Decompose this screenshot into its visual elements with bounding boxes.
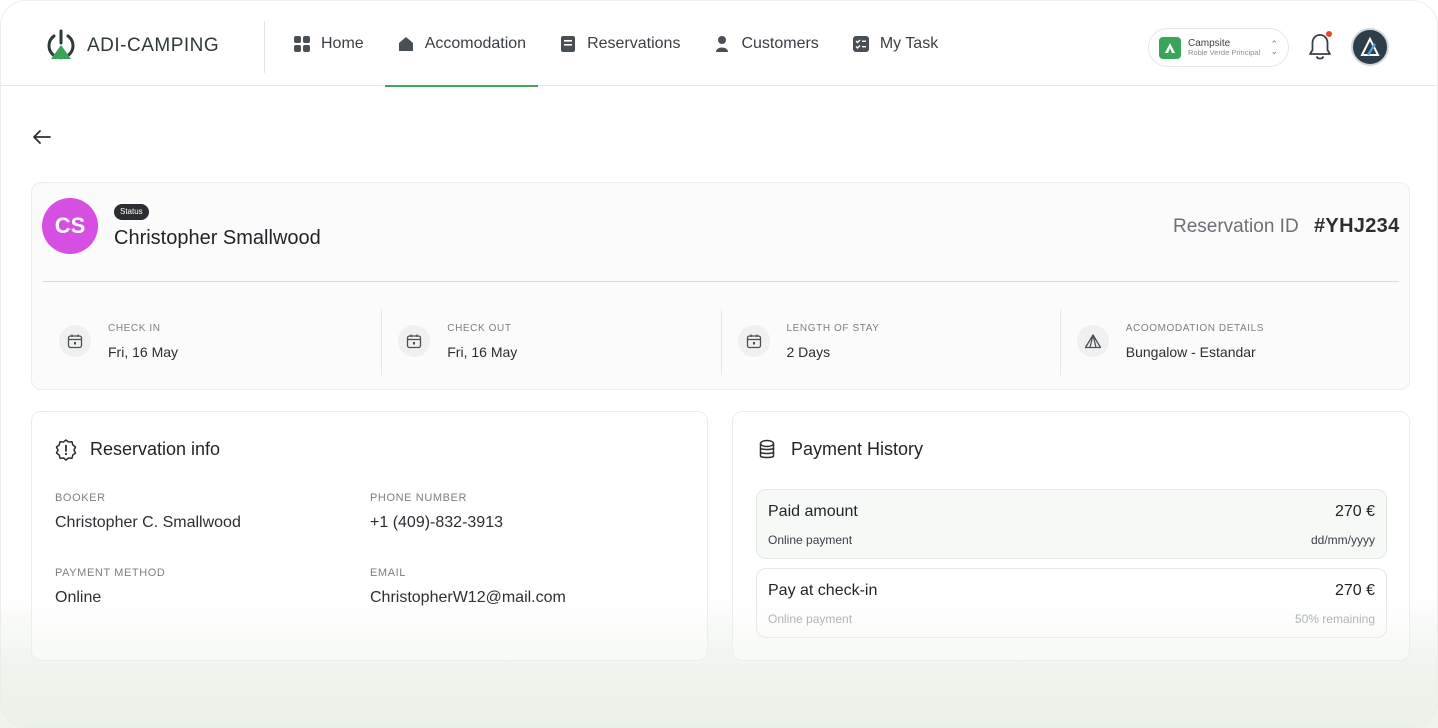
payment-method-text: Online payment bbox=[768, 533, 853, 547]
phone-value: +1 (409)-832-3913 bbox=[370, 514, 503, 531]
payment-date: dd/mm/yyyy bbox=[1310, 533, 1375, 547]
reservation-info-card: Reservation info BOOKER Christopher C. S… bbox=[31, 411, 708, 661]
stat-value: 2 Days bbox=[786, 344, 831, 360]
header-divider bbox=[264, 21, 265, 73]
alert-badge-icon bbox=[54, 438, 78, 462]
stay-stats: CHECK IN Fri, 16 May CHECK OUT Fri, 16 M… bbox=[43, 309, 1399, 375]
top-navbar: ADI-CAMPING Home Accomodation Reservatio… bbox=[1, 1, 1437, 87]
campsite-tent-icon bbox=[1159, 36, 1181, 59]
stat-value: Fri, 16 May bbox=[447, 344, 518, 360]
payment-row-paid[interactable]: Paid amount 270 € Online payment dd/mm/y… bbox=[756, 489, 1387, 559]
guest-summary-card: CS Status Christopher Smallwood Reservat… bbox=[31, 182, 1410, 390]
guest-name: Christopher Smallwood bbox=[114, 227, 321, 249]
grid-icon bbox=[293, 35, 311, 53]
payment-method-value: Online bbox=[55, 589, 102, 606]
calendar-icon bbox=[59, 325, 91, 357]
brand-name: ADI-CAMPING bbox=[87, 35, 220, 56]
payment-remaining: 50% remaining bbox=[1294, 612, 1375, 626]
payment-method-label: PAYMENT METHOD bbox=[55, 567, 166, 579]
stat-label: LENGTH OF STAY bbox=[786, 323, 880, 334]
calendar-icon bbox=[398, 325, 431, 357]
nav-reservations[interactable]: Reservations bbox=[559, 1, 680, 86]
calendar-icon bbox=[737, 325, 770, 357]
nav-accomodation[interactable]: Accomodation bbox=[384, 1, 539, 87]
notification-dot bbox=[1326, 31, 1332, 37]
booker-label: BOOKER bbox=[55, 492, 106, 504]
stat-label: ACOOMODATION DETAILS bbox=[1125, 323, 1265, 334]
stat-value: Bungalow - Estandar bbox=[1125, 344, 1256, 360]
nav-my-task-label: My Task bbox=[879, 34, 939, 52]
avatar-logo-icon bbox=[1360, 36, 1380, 56]
stat-length-of-stay: LENGTH OF STAY 2 Days bbox=[722, 309, 1061, 375]
payment-method-text: Online payment bbox=[768, 612, 853, 626]
nav-customers[interactable]: Customers bbox=[713, 1, 819, 86]
house-icon bbox=[397, 35, 415, 53]
payment-title: Paid amount bbox=[768, 503, 858, 520]
coins-icon bbox=[755, 438, 779, 462]
task-icon bbox=[852, 35, 870, 53]
stat-label: CHECK OUT bbox=[447, 323, 512, 334]
reservation-id-label: Reservation ID bbox=[1173, 216, 1299, 237]
guest-avatar: CS bbox=[42, 198, 98, 254]
payment-history-title: Payment History bbox=[791, 439, 924, 459]
booker-value: Christopher C. Smallwood bbox=[55, 514, 241, 531]
nav-accomodation-label: Accomodation bbox=[424, 34, 527, 52]
main-nav: Home Accomodation Reservations Customers bbox=[293, 1, 971, 87]
reservation-info-title: Reservation info bbox=[90, 439, 221, 459]
reservation-id-value: #YHJ234 bbox=[1314, 215, 1400, 237]
stat-label: CHECK IN bbox=[108, 323, 161, 334]
brand-logo[interactable]: ADI-CAMPING bbox=[45, 29, 219, 63]
email-label: EMAIL bbox=[370, 567, 407, 579]
person-icon bbox=[713, 35, 731, 53]
stat-check-out: CHECK OUT Fri, 16 May bbox=[382, 309, 722, 375]
tent-icon bbox=[1076, 325, 1109, 357]
campsite-subtitle: Roble Verde Principal bbox=[1188, 47, 1261, 57]
card-divider bbox=[43, 281, 1399, 282]
campsite-selector[interactable]: Campsite Roble Verde Principal ⌃ ⌄ bbox=[1148, 28, 1289, 67]
stat-accomodation-details: ACOOMODATION DETAILS Bungalow - Estandar bbox=[1061, 309, 1399, 375]
stat-value: Fri, 16 May bbox=[108, 344, 179, 360]
payment-amount: 270 € bbox=[1334, 582, 1375, 599]
nav-reservations-label: Reservations bbox=[587, 34, 681, 52]
nav-home[interactable]: Home bbox=[293, 1, 364, 86]
phone-label: PHONE NUMBER bbox=[370, 492, 468, 504]
app-window: ADI-CAMPING Home Accomodation Reservatio… bbox=[0, 0, 1438, 728]
payment-amount: 270 € bbox=[1334, 503, 1375, 520]
payment-title: Pay at check-in bbox=[768, 582, 878, 599]
chevron-updown-icon: ⌃ ⌄ bbox=[1270, 39, 1278, 56]
back-arrow-icon[interactable] bbox=[31, 126, 53, 148]
payment-history-card: Payment History Paid amount 270 € Online… bbox=[732, 411, 1410, 661]
power-leaf-icon bbox=[47, 29, 75, 60]
user-avatar[interactable] bbox=[1351, 28, 1389, 66]
nav-home-label: Home bbox=[321, 34, 364, 52]
payment-row-pending[interactable]: Pay at check-in 270 € Online payment 50%… bbox=[756, 568, 1387, 638]
email-value[interactable]: ChristopherW12@mail.com bbox=[370, 589, 566, 607]
stat-check-in: CHECK IN Fri, 16 May bbox=[43, 309, 383, 375]
nav-my-task[interactable]: My Task bbox=[852, 1, 938, 86]
nav-customers-label: Customers bbox=[741, 34, 819, 52]
reservations-icon bbox=[559, 35, 577, 53]
status-badge: Status bbox=[114, 204, 149, 220]
